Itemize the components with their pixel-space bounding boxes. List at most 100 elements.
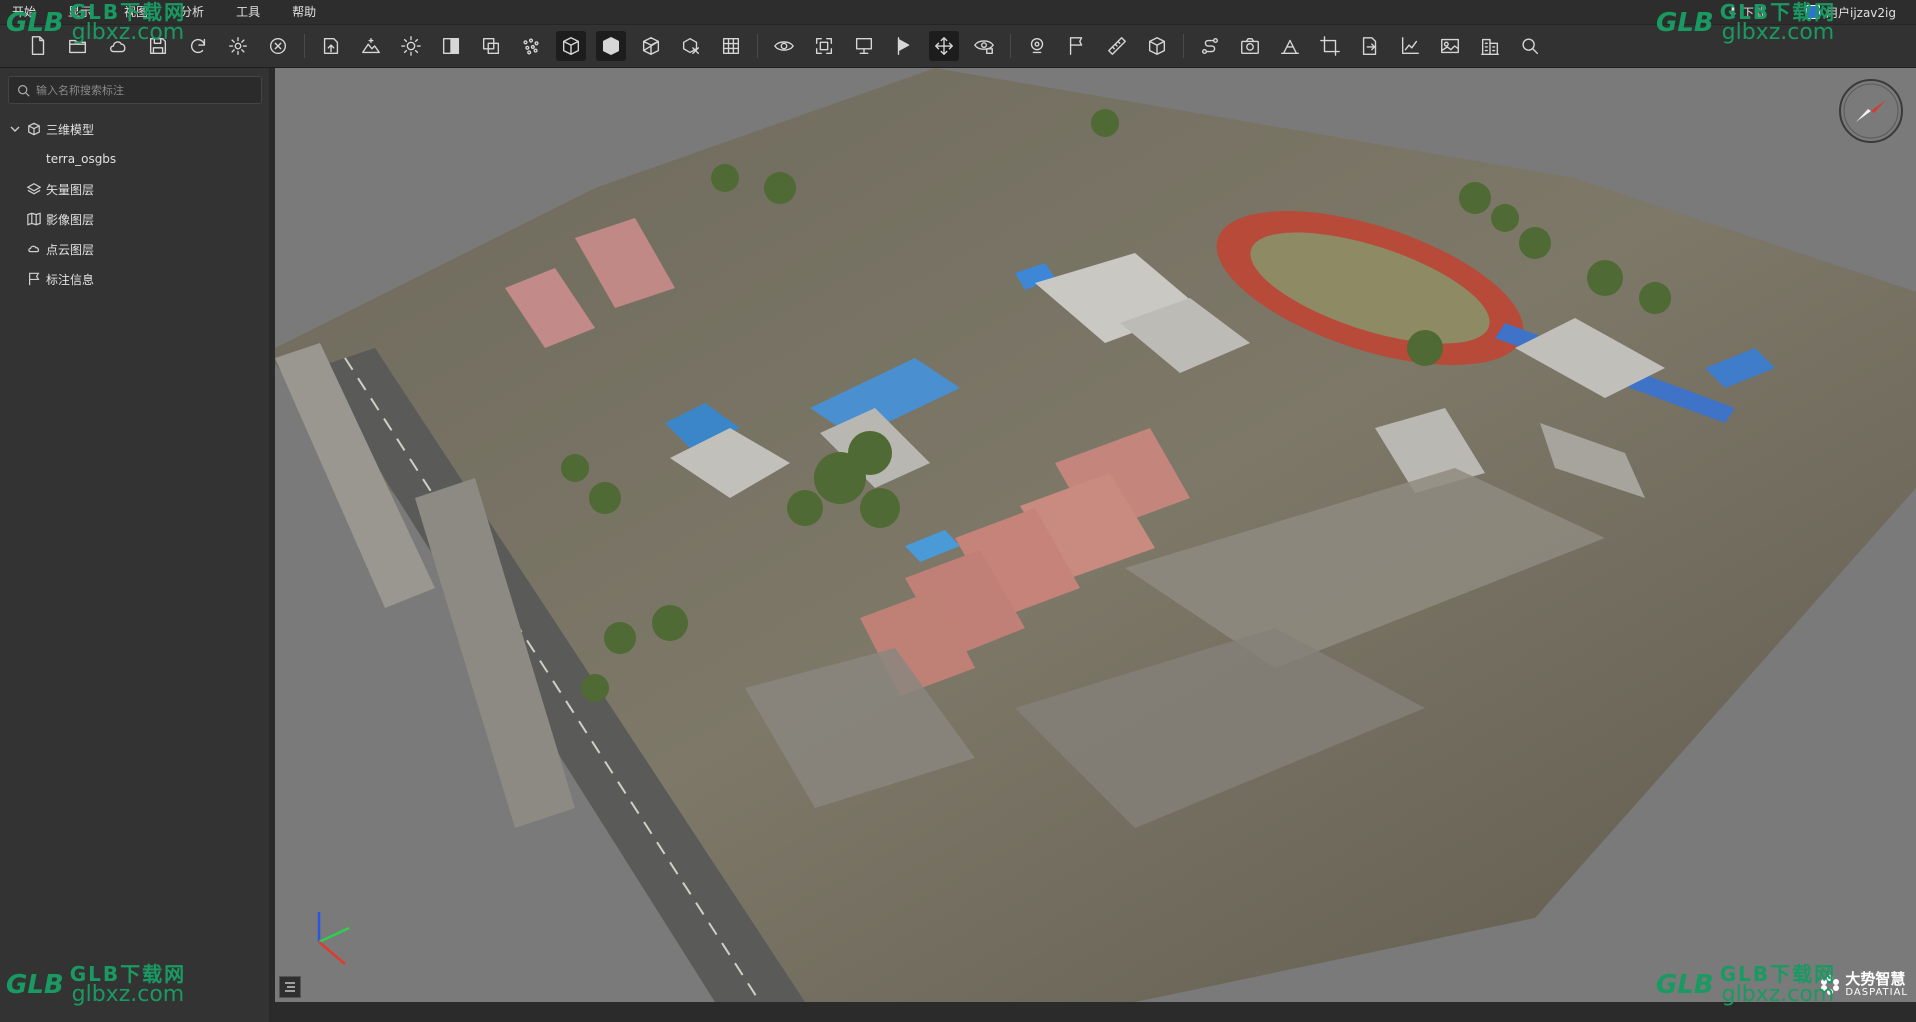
chart-button[interactable] bbox=[1395, 31, 1425, 61]
ruler-button[interactable] bbox=[1102, 31, 1132, 61]
download-button[interactable]: ⬇ 下载 bbox=[1728, 4, 1766, 21]
toolbar-separator bbox=[1010, 34, 1011, 58]
search-icon bbox=[1522, 38, 1539, 55]
status-bar bbox=[275, 1002, 1916, 1022]
tree-item-annotations[interactable]: 标注信息 bbox=[0, 264, 269, 294]
settings-button[interactable] bbox=[223, 31, 253, 61]
city-model-scene[interactable] bbox=[275, 68, 1916, 1002]
menu-view[interactable]: 视图 bbox=[108, 0, 164, 24]
contrast-icon bbox=[442, 37, 460, 55]
layers-copy-icon bbox=[482, 37, 500, 55]
display-button[interactable] bbox=[849, 31, 879, 61]
cloud-button[interactable] bbox=[103, 31, 133, 61]
eye-lock-button[interactable] bbox=[969, 31, 999, 61]
fullscreen-button[interactable] bbox=[809, 31, 839, 61]
eye-rotate-button[interactable] bbox=[769, 31, 799, 61]
cloud-points-icon bbox=[26, 241, 42, 257]
new-file-icon bbox=[31, 36, 45, 55]
terrain-button[interactable] bbox=[356, 31, 386, 61]
grid-button[interactable] bbox=[716, 31, 746, 61]
contrast-button[interactable] bbox=[436, 31, 466, 61]
terrain-icon bbox=[362, 37, 380, 54]
tree-item-3d-models[interactable]: 三维模型 bbox=[0, 114, 269, 144]
box-solid-button[interactable] bbox=[556, 31, 586, 61]
compass-icon[interactable] bbox=[1838, 78, 1904, 144]
close-circle-icon bbox=[269, 37, 287, 55]
box-clip-icon bbox=[682, 37, 700, 55]
menu-display[interactable]: 显示 bbox=[52, 0, 108, 24]
box-clip-button[interactable] bbox=[676, 31, 706, 61]
3d-viewport[interactable]: 大势智慧 DASPATIAL bbox=[275, 68, 1916, 1002]
cloud-icon bbox=[109, 41, 126, 53]
eye-rotate-icon bbox=[774, 41, 794, 51]
slope-icon bbox=[1281, 39, 1299, 55]
slope-button[interactable] bbox=[1275, 31, 1305, 61]
brand-name-en: DASPATIAL bbox=[1845, 986, 1908, 998]
move-icon bbox=[935, 37, 953, 55]
brand-logo: 大势智慧 DASPATIAL bbox=[1819, 971, 1908, 998]
import-model-icon bbox=[323, 37, 339, 55]
tree-item-label: terra_osgbs bbox=[46, 152, 117, 166]
camera-icon bbox=[1241, 37, 1259, 55]
box-filled-icon bbox=[602, 37, 620, 55]
toolbar bbox=[0, 24, 1916, 68]
building-button[interactable] bbox=[1475, 31, 1505, 61]
menu-right: ⬇ 下载 用户ijzav2ig bbox=[1728, 0, 1916, 24]
sun-button[interactable] bbox=[396, 31, 426, 61]
menu-analysis[interactable]: 分析 bbox=[164, 0, 220, 24]
cube-measure-button[interactable] bbox=[1142, 31, 1172, 61]
toolbar-separator bbox=[304, 34, 305, 58]
menu-start[interactable]: 开始 bbox=[0, 0, 52, 24]
close-circle-button[interactable] bbox=[263, 31, 293, 61]
tree-item-point-cloud-layers[interactable]: 点云图层 bbox=[0, 234, 269, 264]
export-file-button[interactable] bbox=[1355, 31, 1385, 61]
grid-icon bbox=[722, 37, 740, 55]
refresh-button[interactable] bbox=[183, 31, 213, 61]
open-folder-button[interactable] bbox=[63, 31, 93, 61]
box-filled-button[interactable] bbox=[596, 31, 626, 61]
hexagon-logo-icon bbox=[1821, 974, 1840, 995]
tree-item-label: 标注信息 bbox=[46, 272, 95, 287]
point-cloud-icon bbox=[523, 38, 539, 55]
move-button[interactable] bbox=[929, 31, 959, 61]
tree-item-label: 矢量图层 bbox=[46, 182, 95, 197]
save-button[interactable] bbox=[143, 31, 173, 61]
search-button[interactable] bbox=[1515, 31, 1545, 61]
cube-icon bbox=[26, 121, 42, 137]
layers-copy-button[interactable] bbox=[476, 31, 506, 61]
chevron-down-icon[interactable] bbox=[10, 124, 24, 134]
image-button[interactable] bbox=[1435, 31, 1465, 61]
tree-item-image-layers[interactable]: 影像图层 bbox=[0, 204, 269, 234]
tree-item-terra-osgbs[interactable]: terra_osgbs bbox=[0, 144, 269, 174]
menu-tools[interactable]: 工具 bbox=[220, 0, 276, 24]
box-wire-button[interactable] bbox=[636, 31, 666, 61]
point-cloud-button[interactable] bbox=[516, 31, 546, 61]
search-input[interactable] bbox=[36, 83, 246, 97]
download-icon: ⬇ bbox=[1727, 5, 1738, 19]
new-file-button[interactable] bbox=[23, 31, 53, 61]
panel-toggle-button[interactable] bbox=[279, 976, 301, 998]
list-icon bbox=[285, 982, 295, 992]
flag-button[interactable] bbox=[1062, 31, 1092, 61]
menu-bar: 开始 显示 视图 分析 工具 帮助 ⬇ 下载 用户ijzav2ig bbox=[0, 0, 1916, 24]
crop-button[interactable] bbox=[1315, 31, 1345, 61]
flag-icon bbox=[1069, 37, 1083, 55]
fullscreen-icon bbox=[815, 37, 833, 55]
tree-item-vector-layers[interactable]: 矢量图层 bbox=[0, 174, 269, 204]
menu-help[interactable]: 帮助 bbox=[276, 0, 332, 24]
flag-play-button[interactable] bbox=[889, 31, 919, 61]
location-pin-button[interactable] bbox=[1022, 31, 1052, 61]
search-box bbox=[8, 76, 262, 104]
route-button[interactable] bbox=[1195, 31, 1225, 61]
layer-tree: 三维模型 terra_osgbs 矢量图层 影像图层 点云图层 标注信息 bbox=[0, 114, 269, 294]
camera-button[interactable] bbox=[1235, 31, 1265, 61]
user-account[interactable]: 用户ijzav2ig bbox=[1805, 4, 1896, 21]
settings-icon bbox=[229, 37, 247, 55]
sun-icon bbox=[401, 36, 421, 56]
axis-gizmo bbox=[317, 912, 350, 965]
avatar bbox=[1805, 5, 1820, 19]
import-model-button[interactable] bbox=[316, 31, 346, 61]
toolbar-separator bbox=[1183, 34, 1184, 58]
box-wire-icon bbox=[642, 37, 660, 55]
tree-item-label: 影像图层 bbox=[46, 212, 95, 227]
